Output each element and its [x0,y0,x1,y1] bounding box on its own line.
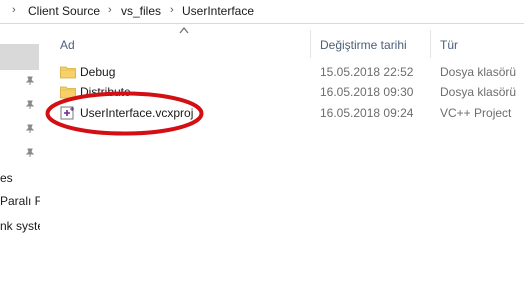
pin-icon [25,124,35,134]
file-name[interactable]: UserInterface.vcxproj [80,106,193,120]
nav-item-label[interactable]: nk syste [0,219,40,233]
folder-icon [60,66,76,79]
file-name[interactable]: Distribute [80,85,131,99]
column-date[interactable]: Değiştirme tarihi [320,38,407,52]
sort-ascending-icon [179,27,189,34]
navigation-pane: es Paralı F nk syste [0,24,40,302]
breadcrumb-item[interactable]: UserInterface [182,4,254,18]
file-date: 16.05.2018 09:30 [320,85,414,99]
breadcrumb-item[interactable]: Client Source [28,4,100,18]
column-divider[interactable] [310,30,311,58]
address-bar[interactable]: › Client Source › vs_files › UserInterfa… [0,0,524,24]
file-type: VC++ Project [440,106,512,120]
column-header: Ad Değiştirme tarihi Tür [40,24,524,60]
pin-icon [25,76,35,86]
pin-icon [25,148,35,158]
file-type: Dosya klasörü [440,65,517,79]
file-date: 16.05.2018 09:24 [320,106,414,120]
file-row[interactable]: Debug 15.05.2018 22:52 Dosya klasörü [54,62,524,82]
file-date: 15.05.2018 22:52 [320,65,414,79]
column-type[interactable]: Tür [440,38,458,52]
chevron-right-icon[interactable]: › [12,4,16,16]
file-row[interactable]: UserInterface.vcxproj 16.05.2018 09:24 V… [54,103,524,123]
column-divider[interactable] [430,30,431,58]
chevron-right-icon[interactable]: › [108,4,112,16]
vcxproj-icon [60,106,74,120]
file-name[interactable]: Debug [80,65,115,79]
folder-icon [60,86,76,99]
file-list: Ad Değiştirme tarihi Tür Debug 15.05.201… [40,24,524,302]
column-name[interactable]: Ad [60,38,75,52]
chevron-right-icon[interactable]: › [170,4,174,16]
breadcrumb-item[interactable]: vs_files [121,4,161,18]
nav-item-label[interactable]: Paralı F [0,194,40,208]
file-type: Dosya klasörü [440,85,517,99]
nav-item-selected[interactable] [0,44,39,70]
pin-icon [25,100,35,110]
file-row[interactable]: Distribute 16.05.2018 09:30 Dosya klasör… [54,82,524,102]
nav-item-label[interactable]: es [0,171,13,185]
